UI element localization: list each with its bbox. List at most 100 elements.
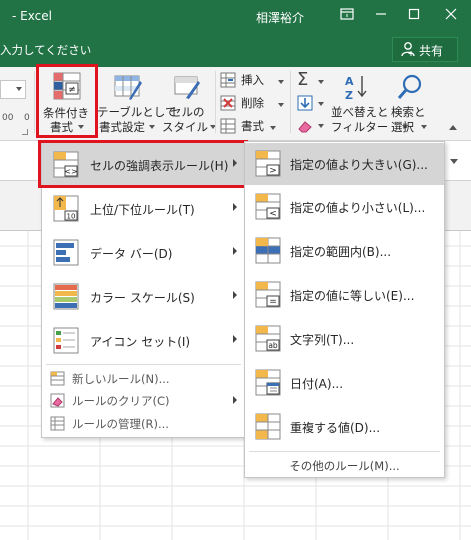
submenu-item-less-than[interactable]: < 指定の値より小さい(L)...: [245, 186, 444, 228]
menu-item-clear-rules[interactable]: ルールのクリア(C): [42, 389, 245, 411]
conditional-format-button[interactable]: ≠ 条件付き 書式: [36, 64, 98, 138]
manage-rules-icon: [50, 416, 65, 431]
ribbon-display-options-icon[interactable]: [334, 5, 360, 27]
ribbon-separator: [34, 71, 35, 133]
conditional-format-icon: ≠: [52, 71, 82, 101]
menu-item-data-bars[interactable]: データ バー(D): [42, 231, 245, 275]
date-occurring-icon: [254, 368, 282, 397]
find-select-label-2: 選択: [391, 120, 414, 134]
menu-item-label: データ バー(D): [90, 247, 173, 261]
submenu-item-label: 指定の値より小さい(L)...: [290, 201, 426, 215]
find-select-button[interactable]: 検索と 選択: [388, 67, 436, 137]
menu-separator: [249, 451, 440, 452]
ribbon-home: 00 0 ≠ 条件付き 書式 テーブルとして 書式設定 セルの スタイル 挿入 …: [0, 64, 471, 141]
submenu-item-label: 指定の値に等しい(E)...: [290, 289, 415, 303]
svg-text:ab: ab: [268, 341, 278, 350]
delete-cells-icon: [220, 95, 236, 111]
find-select-label-1: 検索と: [391, 105, 426, 119]
title-bar: - Excel 相澤裕介: [0, 0, 471, 33]
cell-styles-label-2: スタイル: [162, 120, 208, 134]
duplicate-values-icon: [254, 412, 282, 441]
submenu-item-text-contains[interactable]: ab 文字列(T)...: [245, 318, 444, 360]
maximize-icon[interactable]: [401, 5, 427, 27]
submenu-item-label: 日付(A)...: [290, 377, 344, 391]
user-name[interactable]: 相澤裕介: [256, 9, 304, 26]
svg-text:Z: Z: [345, 89, 353, 101]
submenu-arrow-icon: [233, 203, 237, 211]
svg-text:10: 10: [67, 213, 76, 221]
menu-item-label: ルールの管理(R)...: [72, 417, 169, 431]
submenu-item-duplicates[interactable]: 重複する値(D)...: [245, 406, 444, 448]
increase-decimal-button[interactable]: 0: [24, 111, 30, 125]
submenu-item-date[interactable]: 日付(A)...: [245, 362, 444, 404]
data-bars-icon: [52, 238, 80, 267]
icon-sets-icon: [52, 326, 80, 355]
cell-styles-label-1: セルの: [170, 105, 205, 119]
submenu-item-greater-than[interactable]: > 指定の値より大きい(G)...: [245, 143, 444, 185]
svg-text:≠: ≠: [68, 85, 76, 95]
menu-item-manage-rules[interactable]: ルールの管理(R)...: [42, 412, 245, 434]
menu-item-top-bottom[interactable]: 10 上位/下位ルール(T): [42, 187, 245, 231]
chevron-down-icon: [318, 80, 324, 84]
autosum-icon[interactable]: Σ: [297, 71, 313, 89]
number-format-dropdown[interactable]: [0, 80, 26, 99]
menu-item-new-rule[interactable]: 新しいルール(N)...: [42, 367, 245, 389]
menu-item-label: アイコン セット(I): [90, 335, 191, 349]
magnifier-icon: [396, 73, 424, 101]
format-button[interactable]: 書式: [220, 117, 290, 137]
sort-filter-icon: A Z: [342, 73, 372, 102]
format-as-table-icon: [113, 73, 143, 101]
person-icon: [401, 41, 415, 57]
fill-icon[interactable]: [297, 95, 313, 111]
number-group-launcher-icon[interactable]: [22, 129, 28, 135]
ribbon-separator: [290, 71, 291, 133]
submenu-item-label: 重複する値(D)...: [290, 421, 381, 435]
cell-styles-button[interactable]: セルの スタイル: [160, 67, 216, 137]
format-label: 書式: [241, 119, 264, 133]
chevron-down-icon: [78, 125, 84, 129]
equal-to-icon: =: [254, 280, 282, 309]
excel-window: - Excel 相澤裕介 入力してください 共有 00 0 ≠ 条件付き 書式 …: [0, 0, 471, 540]
insert-button[interactable]: 挿入: [220, 71, 290, 91]
sort-filter-button[interactable]: A Z 並べ替えと フィルター: [328, 67, 408, 137]
insert-label: 挿入: [241, 73, 264, 87]
more-rules-link[interactable]: その他のルール(M)...: [245, 454, 444, 480]
chevron-down-icon: [149, 125, 155, 129]
menu-item-label: カラー スケール(S): [90, 291, 195, 305]
svg-text:A: A: [345, 75, 354, 88]
new-rule-icon: [50, 371, 65, 386]
sort-filter-label-2: フィルター: [331, 120, 389, 134]
less-than-icon: <: [254, 192, 282, 221]
menu-item-color-scales[interactable]: カラー スケール(S): [42, 275, 245, 319]
clear-eraser-icon[interactable]: [297, 118, 313, 133]
between-icon: [254, 236, 282, 265]
svg-text:=: =: [269, 297, 277, 307]
collapse-ribbon-icon[interactable]: [449, 125, 457, 130]
menu-item-icon-sets[interactable]: アイコン セット(I): [42, 319, 245, 363]
color-scales-icon: [52, 282, 80, 311]
menu-item-label: 新しいルール(N)...: [72, 372, 170, 386]
svg-text:<: <: [269, 209, 277, 219]
delete-button[interactable]: 削除: [220, 94, 290, 114]
submenu-arrow-icon: [233, 291, 237, 299]
expand-formula-bar-icon[interactable]: [450, 159, 458, 164]
submenu-arrow-icon: [233, 396, 237, 404]
clear-rules-icon: [50, 393, 65, 408]
tell-me-bar: 入力してください 共有: [0, 33, 471, 67]
chevron-down-icon: [278, 103, 284, 107]
submenu-item-label: 指定の値より大きい(G)...: [290, 158, 428, 172]
submenu-item-equal-to[interactable]: = 指定の値に等しい(E)...: [245, 274, 444, 316]
highlight-rules-callout: [38, 140, 248, 188]
share-button[interactable]: 共有: [392, 37, 458, 62]
delete-label: 削除: [241, 96, 264, 110]
submenu-item-between[interactable]: 指定の範囲内(B)...: [245, 230, 444, 272]
tell-me-input[interactable]: 入力してください: [0, 42, 91, 58]
menu-item-label: ルールのクリア(C): [72, 394, 170, 408]
close-icon[interactable]: [438, 5, 464, 27]
format-as-table-button[interactable]: テーブルとして 書式設定: [97, 67, 176, 137]
conditional-format-label-1: 条件付き: [43, 106, 89, 120]
decrease-decimal-button[interactable]: 00: [2, 111, 13, 125]
chevron-down-icon: [421, 125, 427, 129]
format-cells-icon: [220, 118, 236, 134]
minimize-icon[interactable]: [368, 5, 394, 27]
